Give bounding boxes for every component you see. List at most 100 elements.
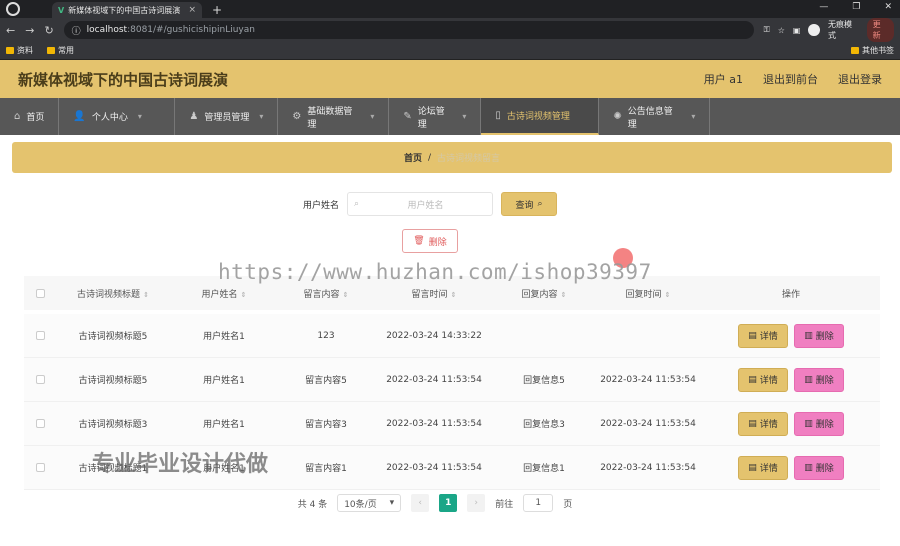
nav-item-forum[interactable]: ✎ 论坛管理 ▾ (389, 98, 482, 135)
doc-icon: ▤ (748, 462, 757, 473)
delete-button[interactable]: ▥ 删除 (794, 455, 844, 480)
chevron-down-icon: ▾ (259, 112, 264, 121)
goto-prefix: 前往 (495, 499, 514, 510)
col-header[interactable]: 留言内容 ⇕ (278, 287, 374, 300)
close-window-button[interactable]: ✕ (884, 2, 892, 12)
cell-reply-time: 2022-03-24 11:53:54 (600, 418, 696, 429)
col-header-actions: 操作 (781, 289, 800, 300)
home-icon: ⌂ (14, 111, 21, 122)
url-field[interactable]: ⓘ localhost:8081/#/gushicishipinLiuyan (63, 21, 754, 39)
prev-page-button[interactable]: ‹ (411, 494, 430, 512)
delete-button[interactable]: ▥ 删除 (794, 367, 844, 392)
nav-item-basic-data[interactable]: ⚙ 基础数据管理 ▾ (278, 98, 390, 135)
detail-button[interactable]: ▤ 详情 (738, 411, 788, 436)
star-icon[interactable]: ☆ (778, 26, 785, 35)
cell-reply: 回复信息5 (523, 376, 565, 386)
total-count: 共 4 条 (297, 499, 328, 510)
chevron-down-icon: ▾ (691, 112, 696, 121)
gear-icon: ⚙ (292, 111, 302, 122)
nav-item-admin[interactable]: ♟ 管理员管理 ▾ (175, 98, 279, 135)
update-button[interactable]: 更新 (866, 18, 894, 42)
cell-content: 123 (317, 330, 335, 341)
row-checkbox[interactable] (35, 463, 45, 472)
row-checkbox[interactable] (35, 419, 45, 428)
nav-item-personal[interactable]: 👤 个人中心 ▾ (59, 98, 176, 135)
cell-user: 用户姓名1 (203, 376, 245, 386)
cell-time: 2022-03-24 14:33:22 (386, 330, 482, 341)
chevron-down-icon: ▾ (370, 112, 375, 121)
user-label[interactable]: 用户 a1 (704, 71, 743, 87)
bulk-action-row: 🗑 删除 (0, 229, 900, 253)
chevron-down-icon: ▾ (462, 112, 467, 121)
back-icon[interactable]: ← (6, 24, 15, 37)
cell-reply-time: 2022-03-24 11:53:54 (600, 374, 696, 385)
nav-item-home[interactable]: ⌂ 首页 (0, 98, 60, 135)
back-to-front-link[interactable]: 退出到前台 (763, 71, 818, 87)
detail-button[interactable]: ▤ 详情 (738, 323, 788, 348)
select-all-checkbox[interactable] (35, 288, 45, 298)
search-label: 用户姓名 (302, 200, 339, 211)
doc-icon: ▤ (748, 374, 757, 385)
page-number-current[interactable]: 1 (439, 494, 458, 512)
cell-user: 用户姓名1 (203, 332, 245, 342)
browser-tab[interactable]: V 新媒体视域下的中国古诗词展演 × (52, 2, 202, 18)
next-page-button[interactable]: › (467, 494, 486, 512)
col-header[interactable]: 用户姓名 ⇕ (170, 287, 278, 300)
search-icon: ⌕ (537, 199, 543, 209)
incognito-avatar[interactable] (808, 24, 820, 36)
delete-button[interactable]: ▥ 删除 (794, 323, 844, 348)
delete-button[interactable]: ▥ 删除 (794, 411, 844, 436)
col-header[interactable]: 回复时间 ⇕ (594, 287, 702, 300)
maximize-button[interactable]: ❐ (852, 2, 860, 12)
row-checkbox[interactable] (35, 375, 45, 384)
col-header[interactable]: 回复内容 ⇕ (494, 287, 594, 300)
browser-tabbar: V 新媒体视域下的中国古诗词展演 × + — ❐ ✕ (0, 0, 900, 18)
sidepanel-icon[interactable]: ▣ (793, 26, 801, 35)
nav-item-notice[interactable]: ✺ 公告信息管理 ▾ (599, 98, 711, 135)
bulk-delete-button[interactable]: 🗑 删除 (402, 229, 458, 253)
trash-icon: ▥ (804, 418, 813, 429)
cell-title: 古诗词视频标题5 (78, 332, 148, 342)
nav-item-video[interactable]: ▯ 古诗词视频管理 (481, 98, 600, 135)
cell-reply: 回复信息1 (523, 464, 565, 474)
tab-close-icon[interactable]: × (188, 5, 196, 15)
detail-button[interactable]: ▤ 详情 (738, 367, 788, 392)
reload-icon[interactable]: ↻ (44, 24, 53, 37)
page-size-select[interactable]: 10条/页 ▾ (337, 494, 402, 512)
breadcrumb-home[interactable]: 首页 (404, 151, 422, 164)
chevron-down-icon: ▾ (389, 498, 395, 508)
col-header[interactable]: 古诗词视频标题 ⇕ (56, 287, 170, 300)
doc-icon: ▤ (748, 418, 757, 429)
new-tab-button[interactable]: + (212, 3, 222, 17)
sort-icon: ⇕ (450, 290, 457, 299)
detail-button[interactable]: ▤ 详情 (738, 455, 788, 480)
tab-title: 新媒体视域下的中国古诗词展演 (68, 5, 181, 15)
forward-icon[interactable]: → (25, 24, 34, 37)
minimize-button[interactable]: — (819, 2, 828, 12)
cell-content: 留言内容5 (305, 376, 347, 386)
key-icon[interactable]: ⚿ (764, 25, 770, 35)
goto-page-input[interactable]: 1 (523, 494, 554, 512)
bookmark-folder[interactable]: 资料 (6, 45, 33, 56)
trash-icon: ▥ (804, 462, 813, 473)
other-bookmarks[interactable]: 其他书签 (851, 45, 894, 56)
folder-icon (47, 47, 55, 54)
query-label: 查询 (515, 200, 534, 211)
info-icon: ⓘ (71, 26, 81, 37)
row-checkbox[interactable] (35, 331, 45, 340)
search-icon: ⌕ (354, 199, 360, 209)
url-host: localhost (86, 25, 128, 35)
sort-icon: ⇕ (664, 290, 671, 299)
bookmark-folder[interactable]: 常用 (47, 45, 74, 56)
forum-icon: ✎ (403, 111, 412, 122)
bookmark-label: 资料 (17, 46, 33, 55)
profile-label[interactable]: 无痕模式 (828, 19, 859, 41)
watermark-text: 专业毕业设计代做 (92, 452, 269, 477)
search-placeholder: 用户姓名 (407, 200, 444, 211)
nav-label: 论坛管理 (417, 106, 445, 130)
query-button[interactable]: 查询 ⌕ (501, 192, 557, 216)
col-header[interactable]: 留言时间 ⇕ (374, 287, 494, 300)
pagination: 共 4 条 10条/页 ▾ ‹ 1 › 前往 1 页 (0, 494, 900, 512)
search-input[interactable]: ⌕ 用户姓名 (347, 192, 493, 216)
logout-link[interactable]: 退出登录 (838, 71, 882, 87)
